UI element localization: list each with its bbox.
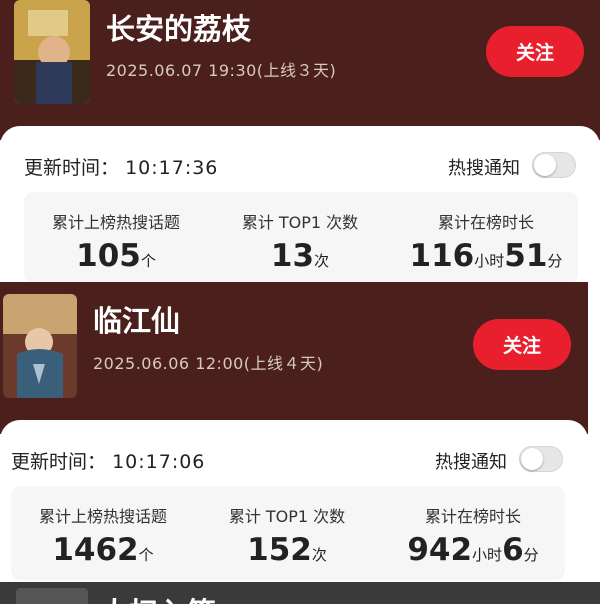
- hot-search-notify-label-1: 热搜通知: [448, 158, 520, 179]
- stat-label-topics-1: 累计上榜热搜话题: [51, 213, 180, 232]
- poster-image-1[interactable]: [14, 0, 90, 104]
- update-time-label-2: 更新时间：: [11, 451, 107, 473]
- hot-search-notify-label-2: 热搜通知: [435, 452, 507, 473]
- stat-label-topics-2: 累计上榜热搜话题: [38, 507, 167, 526]
- show-header-3: [0, 582, 600, 604]
- stat-minutes-2: 6: [502, 532, 524, 568]
- stat-hours-unit-2: 小时: [472, 546, 503, 564]
- stat-label-duration-2: 累计在榜时长: [424, 507, 521, 526]
- show-title-1[interactable]: 长安的荔枝: [106, 6, 251, 48]
- stat-hours-1: 116: [409, 238, 475, 274]
- show-title-2[interactable]: 临江仙: [93, 298, 180, 340]
- stat-label-top1-2: 累计 TOP1 次数: [228, 507, 346, 526]
- stat-label-top1-1: 累计 TOP1 次数: [241, 213, 359, 232]
- update-time-row-2: 更新时间： 10:17:06: [11, 447, 205, 474]
- stats-card-1: 更新时间： 10:17:36 热搜通知 累计上榜热搜话题 累计 TOP1 次数 …: [0, 126, 600, 284]
- stat-label-duration-1: 累计在榜时长: [437, 213, 534, 232]
- poster-image-2[interactable]: [3, 294, 77, 398]
- stat-unit-topics-2: 个: [138, 546, 154, 564]
- follow-button-1[interactable]: 关注: [486, 26, 584, 77]
- stat-minutes-unit-1: 分: [547, 252, 563, 270]
- stat-unit-top1-1: 次: [314, 252, 330, 270]
- show-release-date-1: 2025.06.07 19:30(上线３天): [106, 61, 337, 80]
- poster-2-art: [3, 294, 77, 398]
- stat-hours-unit-1: 小时: [474, 252, 505, 270]
- stat-number-top1-2: 152: [247, 532, 312, 568]
- stats-panel-2: 累计上榜热搜话题 累计 TOP1 次数 累计在榜时长 1462个 152次 94…: [11, 486, 565, 580]
- toggle-knob-1: [534, 154, 556, 176]
- stat-number-top1-1: 13: [270, 238, 315, 274]
- stat-value-top1-1: 13次: [212, 238, 388, 274]
- stat-value-top1-2: 152次: [199, 532, 375, 568]
- hot-search-notify-toggle-2[interactable]: [519, 446, 563, 472]
- show-release-date-2: 2025.06.06 12:00(上线４天): [93, 354, 324, 373]
- show-title-3[interactable]: 人扫入签: [100, 590, 216, 604]
- stat-minutes-1: 51: [504, 238, 548, 274]
- stat-value-duration-2: 942小时6分: [385, 532, 561, 568]
- toggle-knob-2: [521, 448, 543, 470]
- hot-search-notify-toggle-1[interactable]: [532, 152, 576, 178]
- follow-button-2[interactable]: 关注: [473, 319, 571, 370]
- stat-value-topics-2: 1462个: [15, 532, 191, 568]
- update-time-value-2: 10:17:06: [112, 451, 206, 473]
- update-time-label-1: 更新时间：: [24, 157, 120, 179]
- stat-number-topics-1: 105: [76, 238, 141, 274]
- stat-value-topics-1: 105个: [28, 238, 204, 274]
- stat-number-topics-2: 1462: [52, 532, 139, 568]
- stats-card-2: 更新时间： 10:17:06 热搜通知 累计上榜热搜话题 累计 TOP1 次数 …: [0, 420, 588, 582]
- poster-image-3[interactable]: [16, 588, 88, 604]
- update-time-value-1: 10:17:36: [125, 157, 219, 179]
- show-title-3-clip: 人扫入签: [100, 582, 300, 604]
- poster-1-art: [14, 0, 90, 104]
- stats-panel-1: 累计上榜热搜话题 累计 TOP1 次数 累计在榜时长 105个 13次 116小…: [24, 192, 578, 284]
- stat-unit-top1-2: 次: [311, 546, 327, 564]
- stat-hours-2: 942: [407, 532, 473, 568]
- stat-unit-topics-1: 个: [140, 252, 156, 270]
- stat-minutes-unit-2: 分: [523, 546, 539, 564]
- stat-value-duration-1: 116小时51分: [398, 238, 574, 274]
- update-time-row-1: 更新时间： 10:17:36: [24, 153, 218, 180]
